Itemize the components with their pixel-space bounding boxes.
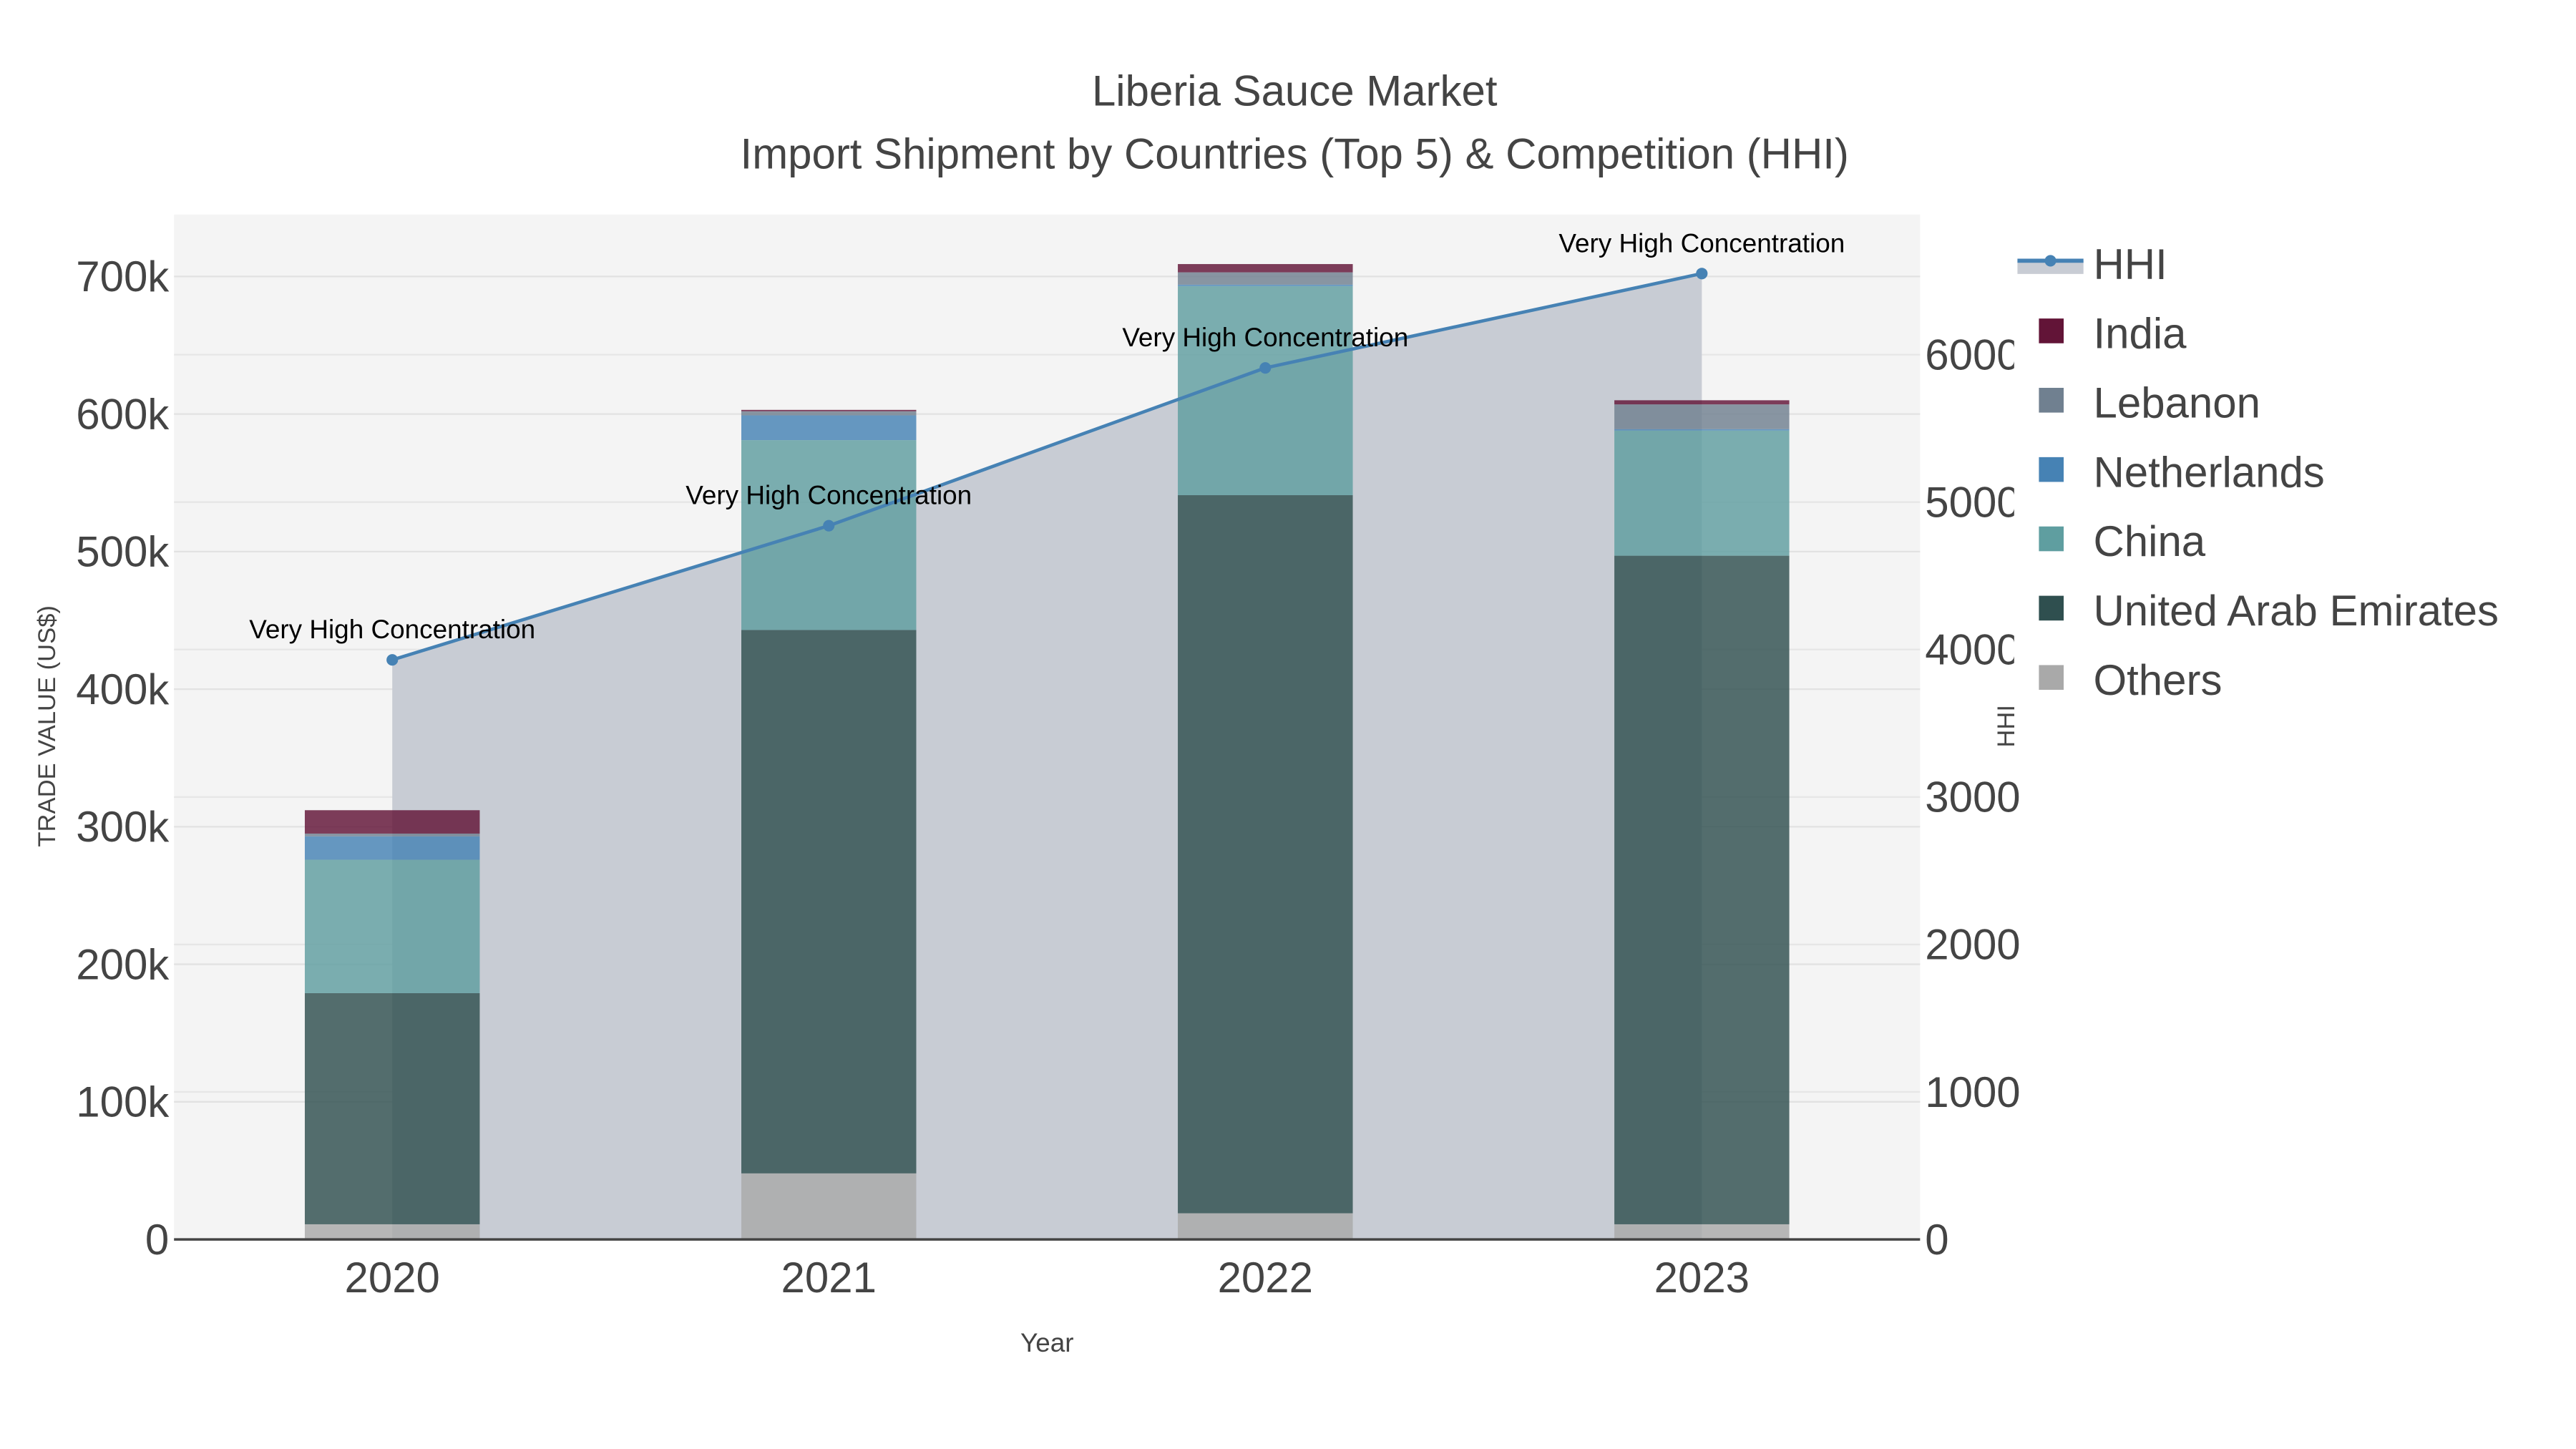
y2-tick-label: 1000 [1925,1068,2020,1116]
bar-india [1178,264,1353,273]
y-tick-label: 700k [76,253,170,301]
y2-tick-label: 0 [1925,1216,1948,1264]
y2-axis-title: HHI [1993,705,2020,748]
chart-subtitle: Import Shipment by Countries (Top 5) & C… [741,130,1849,177]
legend-swatch [2039,665,2064,691]
bar-netherlands [1614,429,1790,431]
bar-united-arab-emirates [1178,495,1353,1214]
hhi-annotation: Very High Concentration [686,481,972,510]
bar-others [304,1224,480,1240]
bar-others [741,1173,917,1240]
x-tick-label: 2020 [345,1254,440,1302]
y-tick-label: 100k [76,1078,170,1126]
hhi-point [1259,362,1272,374]
y-tick-label: 600k [76,390,170,438]
legend-label: United Arab Emirates [2094,587,2499,635]
legend-label: Netherlands [2094,448,2325,496]
hhi-annotation: Very High Concentration [1122,323,1408,352]
bar-india [741,409,917,411]
bar-netherlands [304,836,480,860]
y2-tick-label: 4000 [1925,626,2020,674]
chart: Very High Concentration Very High Concent… [34,67,2575,1357]
hhi-point [823,519,835,532]
hhi-point [1696,268,1708,280]
y-tick-label: 0 [145,1216,169,1264]
legend-swatch [2039,387,2064,413]
x-tick-label: 2023 [1654,1254,1750,1302]
bar-china [741,440,917,630]
y-axis-title: TRADE VALUE (US$) [34,605,61,847]
y2-tick-label: 6000 [1925,331,2020,379]
legend-label: Others [2094,656,2223,704]
legend-swatch [2039,457,2064,482]
bar-india [1614,400,1790,405]
bar-united-arab-emirates [741,630,917,1174]
bar-others [1178,1213,1353,1240]
bar-netherlands [1178,284,1353,286]
bar-china [304,859,480,993]
bar-lebanon [741,411,917,416]
bar-united-arab-emirates [1614,555,1790,1224]
y-tick-label: 300k [76,803,170,851]
chart-title: Liberia Sauce Market [1092,67,1498,115]
bar-india [304,810,480,834]
bar-netherlands [741,415,917,441]
legend-swatch [2039,318,2064,343]
y-tick-label: 400k [76,665,170,713]
y-tick-label: 200k [76,940,170,988]
hhi-annotation: Very High Concentration [1558,228,1845,258]
bar-lebanon [304,833,480,836]
y2-tick-label: 3000 [1925,774,2020,821]
legend-hhi-marker [2044,255,2057,267]
hhi-annotation: Very High Concentration [249,615,535,644]
legend-label: HHI [2094,240,2167,288]
bar-others [1614,1224,1790,1240]
legend-label: India [2094,310,2187,358]
x-tick-label: 2022 [1218,1254,1313,1302]
y2-tick-label: 5000 [1925,478,2020,526]
bar-lebanon [1614,404,1790,429]
hhi-point [386,654,399,666]
legend-label: Lebanon [2094,379,2260,427]
bar-china [1614,430,1790,556]
legend-swatch [2039,526,2064,552]
y2-tick-label: 2000 [1925,921,2020,969]
bar-united-arab-emirates [304,992,480,1224]
legend-label: China [2094,517,2206,565]
legend-swatch [2039,595,2064,621]
bar-lebanon [1178,272,1353,285]
y-tick-label: 500k [76,528,170,576]
x-axis-title: Year [1020,1328,1074,1357]
x-tick-label: 2021 [781,1254,877,1302]
